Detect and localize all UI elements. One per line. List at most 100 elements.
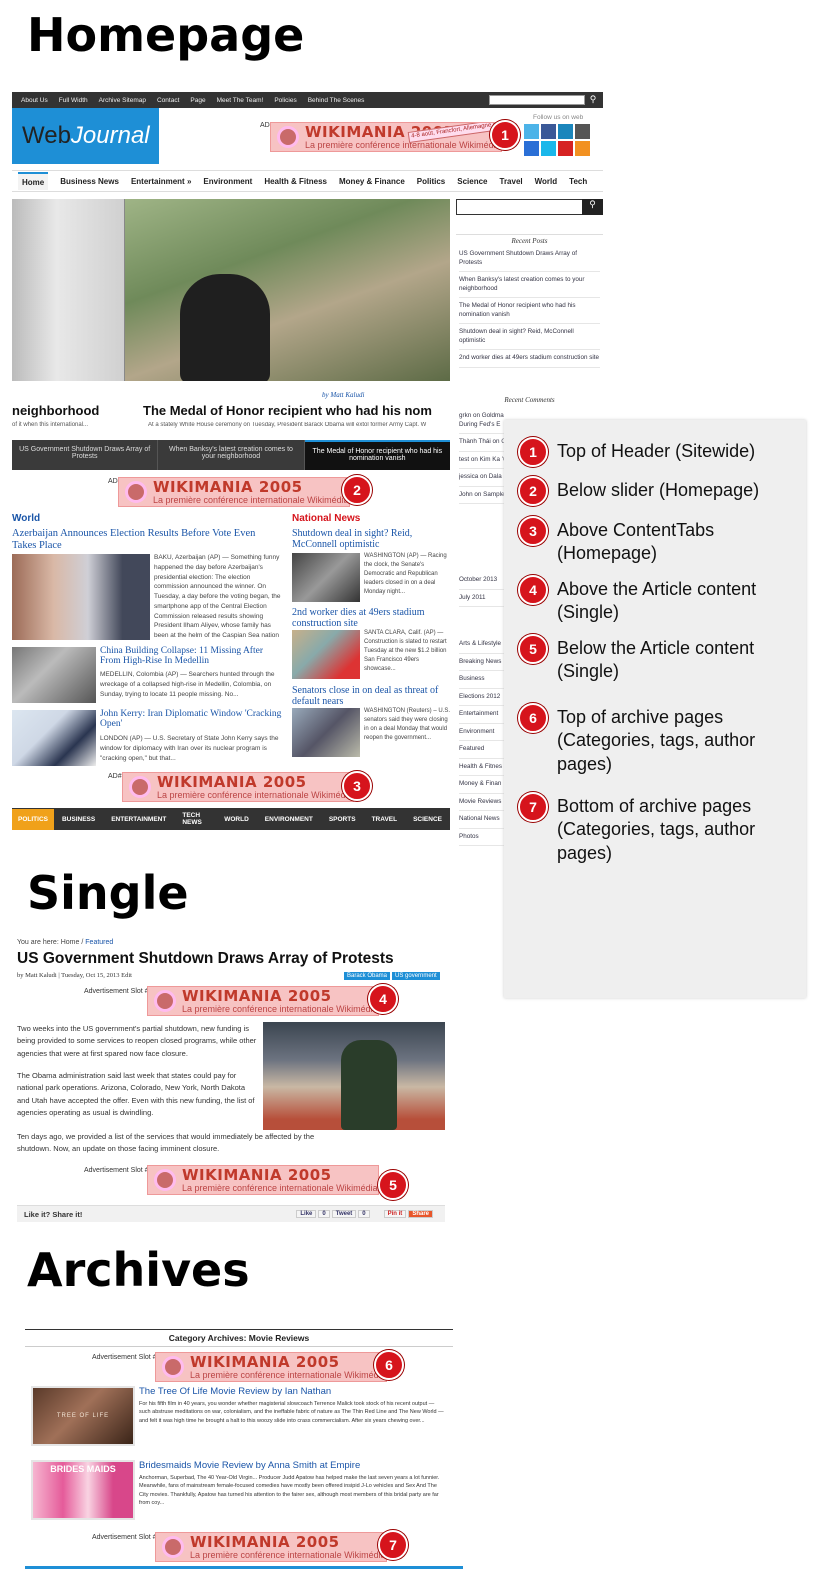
slider-tab-active[interactable]: The Medal of Honor recipient who had his… [304, 440, 450, 470]
recent-comment[interactable]: John on Sample [459, 487, 504, 504]
top-menu-item[interactable]: Contact [157, 97, 179, 104]
ad-slot-2[interactable]: WIKIMANIA 2005 La première conférence int… [118, 477, 350, 507]
top-menu-item[interactable]: About Us [21, 97, 48, 104]
slider-left-title[interactable]: neighborhood [12, 403, 99, 418]
content-tab[interactable]: ENTERTAINMENT [111, 816, 166, 823]
archive-post-title[interactable]: Bridesmaids Movie Review by Anna Smith a… [139, 1460, 360, 1471]
nav-item[interactable]: Travel [500, 177, 523, 186]
share-button[interactable]: Share [408, 1210, 433, 1218]
top-menu-item[interactable]: Full Width [59, 97, 88, 104]
flickr-icon[interactable] [524, 141, 539, 156]
national-post-thumb[interactable] [292, 553, 360, 602]
recent-post-link[interactable]: 2nd worker dies at 49ers stadium constru… [459, 350, 600, 368]
slider-image-main[interactable] [125, 199, 450, 381]
ad-slot-6[interactable]: WIKIMANIA 2005 La première conférence int… [155, 1352, 387, 1382]
tag-link[interactable]: US government [392, 972, 440, 980]
national-post-title[interactable]: Shutdown deal in sight? Reid, McConnell … [292, 528, 450, 550]
recent-post-link[interactable]: When Banksy's latest creation comes to y… [459, 272, 600, 298]
category-link[interactable]: Health & Fitnes [459, 759, 504, 776]
content-tab[interactable]: BUSINESS [62, 816, 95, 823]
googleplus-icon[interactable] [575, 124, 590, 139]
search-icon[interactable]: ⚲ [582, 199, 603, 215]
national-section-label[interactable]: National News [292, 513, 360, 524]
archive-post-thumb[interactable]: BRIDES MAIDS [31, 1460, 135, 1520]
category-link[interactable]: Money & Finan [459, 776, 504, 794]
top-menu-item[interactable]: Behind The Scenes [308, 97, 365, 104]
nav-item[interactable]: Environment [203, 177, 252, 186]
recent-post-link[interactable]: The Medal of Honor recipient who had his… [459, 298, 600, 324]
category-link[interactable]: Entertainment [459, 706, 504, 724]
category-link[interactable]: Featured [459, 741, 504, 759]
nav-item[interactable]: Politics [417, 177, 445, 186]
world-post-thumb[interactable] [12, 710, 96, 766]
tag-link[interactable]: Barack Obama [344, 972, 391, 980]
national-post-thumb[interactable] [292, 630, 360, 679]
national-post-title[interactable]: Senators close in on deal as threat of d… [292, 685, 450, 707]
ad-slot-5[interactable]: WIKIMANIA 2005 La première conférence int… [147, 1165, 379, 1195]
category-link[interactable]: Arts & Lifestyle [459, 636, 504, 654]
world-post-title[interactable]: China Building Collapse: 11 Missing Afte… [100, 646, 282, 667]
content-tab[interactable]: SPORTS [329, 816, 356, 823]
world-post-title[interactable]: John Kerry: Iran Diplomatic Window 'Crac… [100, 709, 282, 730]
article-image[interactable] [263, 1022, 445, 1130]
rss-icon[interactable] [575, 141, 590, 156]
category-link[interactable]: Movie Reviews [459, 794, 504, 811]
top-menu-item[interactable]: Policies [274, 97, 296, 104]
recent-comment[interactable]: Thành Thái on C Loan During Fe [459, 434, 504, 452]
world-section-label[interactable]: World [12, 513, 40, 524]
nav-item[interactable]: Money & Finance [339, 177, 405, 186]
world-post-thumb[interactable] [12, 647, 96, 703]
pinit-button[interactable]: Pin it [383, 1210, 407, 1218]
nav-item-home[interactable]: Home [18, 172, 49, 190]
top-menu-item[interactable]: Page [190, 97, 205, 104]
content-tab[interactable]: ENVIRONMENT [265, 816, 313, 823]
breadcrumb-home[interactable]: Home [61, 939, 80, 946]
recent-comment[interactable]: grkn on Goldman Sachs Took Biggest Loan … [459, 408, 504, 434]
slider-tab[interactable]: When Banksy's latest creation comes to y… [158, 440, 305, 470]
linkedin-icon[interactable] [558, 124, 573, 139]
recent-comment[interactable]: jessica on Dala Meets Spiritual [459, 469, 504, 487]
search-icon[interactable]: ⚲ [586, 94, 600, 106]
recent-post-link[interactable]: Shutdown deal in sight? Reid, McConnell … [459, 324, 600, 350]
facebook-like-button[interactable]: Like [296, 1210, 317, 1218]
slider-tab[interactable]: US Government Shutdown Draws Array of Pr… [12, 440, 159, 470]
nav-item[interactable]: Entertainment » [131, 177, 191, 186]
category-link[interactable]: Breaking News [459, 654, 504, 671]
top-menu-item[interactable]: Meet The Team! [217, 97, 264, 104]
nav-item[interactable]: Science [457, 177, 487, 186]
top-menu-item[interactable]: Archive Sitemap [99, 97, 146, 104]
nav-item[interactable]: Health & Fitness [264, 177, 327, 186]
content-tab-active[interactable]: POLITICS [12, 808, 54, 830]
content-tab[interactable]: WORLD [224, 816, 249, 823]
nav-item[interactable]: Tech [569, 177, 587, 186]
site-logo[interactable]: Web Journal [12, 108, 159, 164]
national-post-title[interactable]: 2nd worker dies at 49ers stadium constru… [292, 607, 450, 629]
content-tab[interactable]: TRAVEL [372, 816, 398, 823]
nav-item[interactable]: World [535, 177, 558, 186]
category-link[interactable]: Elections 2012 [459, 689, 504, 706]
archive-link[interactable]: July 2011 [459, 590, 504, 607]
world-post-thumb[interactable] [12, 554, 150, 640]
twitter-icon[interactable] [524, 124, 539, 139]
tweet-button[interactable]: Tweet [331, 1210, 357, 1218]
facebook-icon[interactable] [541, 124, 556, 139]
archive-post-thumb[interactable]: TREE OF LIFE [31, 1386, 135, 1446]
vimeo-icon[interactable] [541, 141, 556, 156]
archive-link[interactable]: October 2013 [459, 572, 504, 590]
category-link[interactable]: Business [459, 671, 504, 689]
breadcrumb-current[interactable]: Featured [85, 939, 113, 946]
top-search-input[interactable] [489, 95, 585, 105]
nav-item[interactable]: Business News [60, 177, 119, 186]
ad-slot-7[interactable]: WIKIMANIA 2005 La première conférence int… [155, 1532, 387, 1562]
category-link[interactable]: Environment [459, 724, 504, 741]
archive-post-title[interactable]: The Tree Of Life Movie Review by Ian Nat… [139, 1386, 331, 1397]
ad-slot-3[interactable]: WIKIMANIA 2005 La première conférence int… [122, 772, 354, 802]
content-tab[interactable]: SCIENCE [413, 816, 442, 823]
recent-comment[interactable]: test on Kim Ka 'Cosmopolitan,' (PHOTO) [459, 452, 504, 469]
ad-slot-1[interactable]: WIKIMANIA 2005 La première conférence int… [270, 122, 502, 152]
sidebar-search-input[interactable] [456, 199, 603, 215]
recent-post-link[interactable]: US Government Shutdown Draws Array of Pr… [459, 246, 600, 272]
category-link[interactable]: National News [459, 811, 504, 829]
content-tab[interactable]: TECH NEWS [182, 812, 208, 826]
national-post-thumb[interactable] [292, 708, 360, 757]
